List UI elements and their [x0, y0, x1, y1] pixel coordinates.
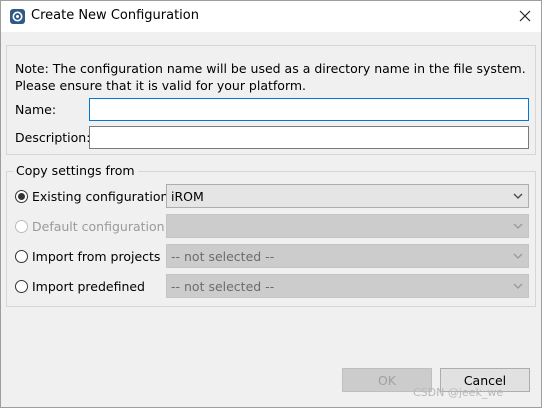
import-from-projects-label: Import from projects	[32, 248, 161, 264]
close-button[interactable]	[511, 4, 539, 28]
chevron-down-icon	[513, 223, 523, 229]
import-predefined-value: -- not selected --	[171, 278, 275, 294]
title-bar: Create New Configuration	[1, 1, 541, 32]
name-label: Name:	[15, 102, 57, 117]
import-from-projects-value: -- not selected --	[171, 248, 275, 264]
radio-button[interactable]	[15, 279, 28, 293]
window-title: Create New Configuration	[31, 8, 199, 23]
radio-button[interactable]	[15, 249, 28, 263]
default-configuration-label: Default configuration	[32, 218, 165, 234]
close-icon	[519, 10, 531, 22]
chevron-down-icon	[513, 283, 523, 289]
radio-button-checked[interactable]	[15, 189, 28, 203]
note-line-2: Please ensure that it is valid for your …	[15, 78, 307, 93]
existing-configuration-label: Existing configuration	[32, 188, 169, 204]
copy-settings-title: Copy settings from	[13, 163, 138, 178]
description-label: Description:	[15, 130, 91, 145]
default-configuration-radio: Default configuration	[15, 217, 165, 235]
create-configuration-dialog: Create New Configuration Note: The confi…	[0, 0, 542, 408]
chevron-down-icon	[513, 253, 523, 259]
existing-configuration-radio[interactable]: Existing configuration	[15, 187, 168, 205]
note-line-1: Note: The configuration name will be use…	[15, 61, 526, 76]
existing-configuration-select[interactable]: iROM	[166, 184, 529, 208]
existing-configuration-value: iROM	[171, 188, 204, 204]
radio-button-disabled	[15, 219, 28, 233]
name-input[interactable]	[89, 98, 529, 121]
import-predefined-select: -- not selected --	[166, 274, 529, 298]
chevron-down-icon	[513, 193, 523, 199]
import-predefined-label: Import predefined	[32, 278, 145, 294]
eclipse-app-icon	[10, 9, 25, 24]
import-predefined-radio[interactable]: Import predefined	[15, 277, 145, 295]
watermark-text: CSDN @jeek_we	[413, 386, 504, 399]
default-configuration-select	[166, 214, 529, 238]
import-from-projects-radio[interactable]: Import from projects	[15, 247, 160, 265]
import-from-projects-select: -- not selected --	[166, 244, 529, 268]
description-input[interactable]	[89, 126, 529, 149]
note-text: Note: The configuration name will be use…	[15, 60, 526, 94]
